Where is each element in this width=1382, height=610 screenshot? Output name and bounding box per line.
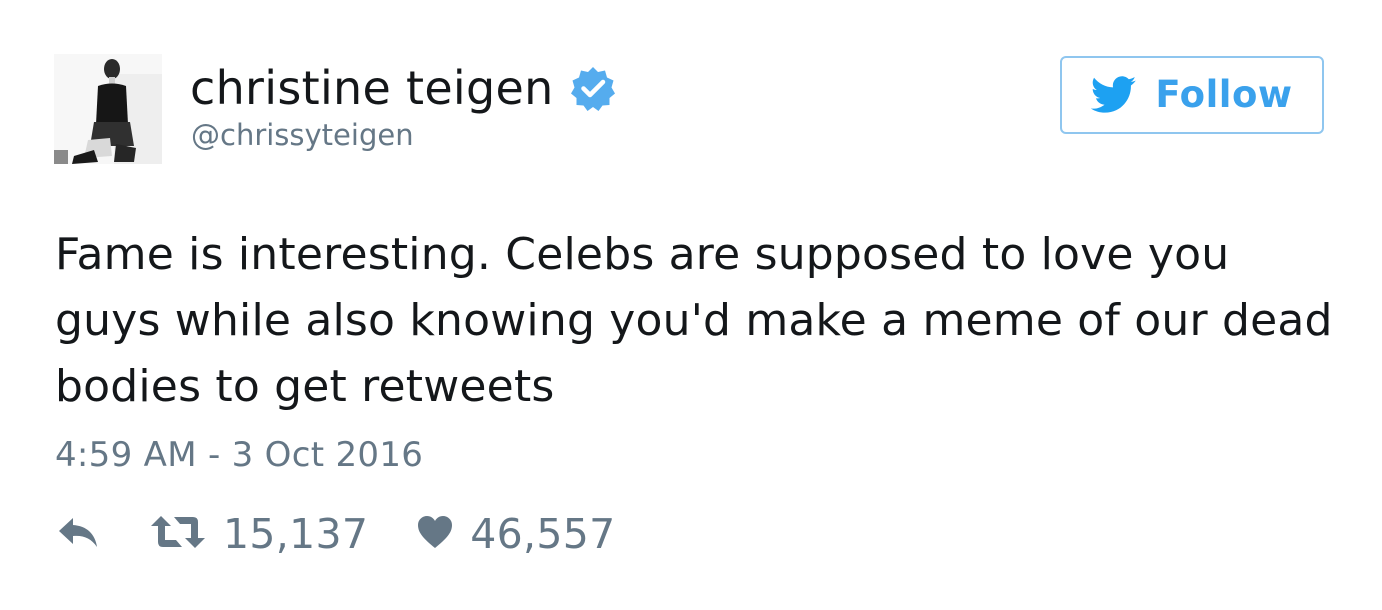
tweet-card: christine teigen @chrissyteigen Follow F… [0, 0, 1382, 610]
heart-icon [416, 514, 454, 554]
display-name[interactable]: christine teigen [190, 58, 554, 118]
follow-button[interactable]: Follow [1060, 56, 1324, 134]
retweet-button[interactable]: 15,137 [149, 506, 368, 562]
user-handle[interactable]: @chrissyteigen [191, 115, 414, 155]
reply-button[interactable] [55, 512, 101, 556]
follow-label: Follow [1155, 73, 1293, 116]
tweet-timestamp[interactable]: 4:59 AM - 3 Oct 2016 [55, 433, 423, 477]
verified-badge-icon [570, 65, 616, 111]
like-count: 46,557 [470, 510, 616, 558]
like-button[interactable]: 46,557 [416, 506, 615, 562]
tweet-actions: 15,137 46,557 [55, 506, 616, 562]
retweet-icon [149, 512, 207, 556]
reply-icon [55, 512, 101, 556]
avatar-photo [54, 54, 162, 164]
display-name-row: christine teigen [190, 58, 616, 118]
retweet-count: 15,137 [223, 510, 369, 558]
tweet-text: Fame is interesting. Celebs are supposed… [55, 229, 1333, 412]
twitter-bird-icon [1091, 76, 1137, 114]
avatar[interactable] [54, 54, 162, 164]
